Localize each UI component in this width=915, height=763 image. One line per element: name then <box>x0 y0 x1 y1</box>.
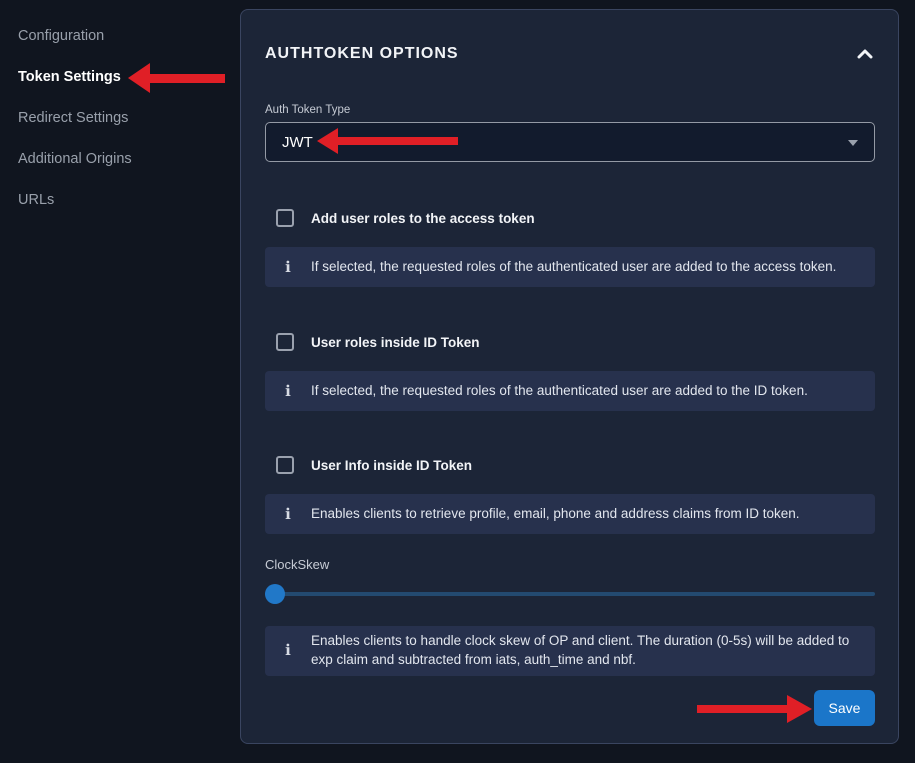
slider-track[interactable] <box>265 592 875 596</box>
auth-token-type-select[interactable]: JWT <box>265 122 875 162</box>
info-box-clockskew: ℹ Enables clients to handle clock skew o… <box>265 626 875 676</box>
checkbox-label: User roles inside ID Token <box>311 335 480 350</box>
info-text: Enables clients to handle clock skew of … <box>311 632 861 670</box>
info-icon: ℹ <box>265 260 311 275</box>
info-box-user-info: ℹ Enables clients to retrieve profile, e… <box>265 494 875 534</box>
sidebar-item-additional-origins[interactable]: Additional Origins <box>18 151 240 167</box>
panel-title: AUTHTOKEN OPTIONS <box>265 45 459 63</box>
user-info-checkbox[interactable] <box>276 456 294 474</box>
clockskew-label: ClockSkew <box>265 558 875 571</box>
access-token-roles-checkbox[interactable] <box>276 209 294 227</box>
authtoken-options-panel: AUTHTOKEN OPTIONS Auth Token Type JWT Ad… <box>240 9 899 744</box>
info-box-access-token-roles: ℹ If selected, the requested roles of th… <box>265 247 875 287</box>
chevron-down-icon <box>848 140 858 146</box>
info-text: Enables clients to retrieve profile, ema… <box>311 505 800 524</box>
chevron-up-icon <box>857 49 873 59</box>
auth-token-type-label: Auth Token Type <box>265 104 875 117</box>
panel-header: AUTHTOKEN OPTIONS <box>265 44 875 64</box>
settings-sidebar: Configuration Token Settings Redirect Se… <box>0 0 240 763</box>
collapse-section-button[interactable] <box>855 47 875 61</box>
info-text: If selected, the requested roles of the … <box>311 382 808 401</box>
sidebar-item-token-settings[interactable]: Token Settings <box>18 69 240 85</box>
sidebar-item-redirect-settings[interactable]: Redirect Settings <box>18 110 240 126</box>
info-icon: ℹ <box>265 507 311 522</box>
option-row-access-token-roles: Add user roles to the access token <box>276 209 875 227</box>
option-row-id-token-roles: User roles inside ID Token <box>276 333 875 351</box>
sidebar-item-configuration[interactable]: Configuration <box>18 28 240 44</box>
info-text: If selected, the requested roles of the … <box>311 258 836 277</box>
info-icon: ℹ <box>265 643 311 658</box>
clockskew-slider[interactable] <box>265 584 875 604</box>
auth-token-type-value: JWT <box>282 134 313 151</box>
info-icon: ℹ <box>265 384 311 399</box>
info-box-id-token-roles: ℹ If selected, the requested roles of th… <box>265 371 875 411</box>
id-token-roles-checkbox[interactable] <box>276 333 294 351</box>
save-row: Save <box>265 690 875 726</box>
checkbox-label: User Info inside ID Token <box>311 458 472 473</box>
save-button[interactable]: Save <box>814 690 875 726</box>
slider-thumb[interactable] <box>265 584 285 604</box>
option-row-user-info: User Info inside ID Token <box>276 456 875 474</box>
checkbox-label: Add user roles to the access token <box>311 211 535 226</box>
sidebar-item-urls[interactable]: URLs <box>18 192 240 208</box>
